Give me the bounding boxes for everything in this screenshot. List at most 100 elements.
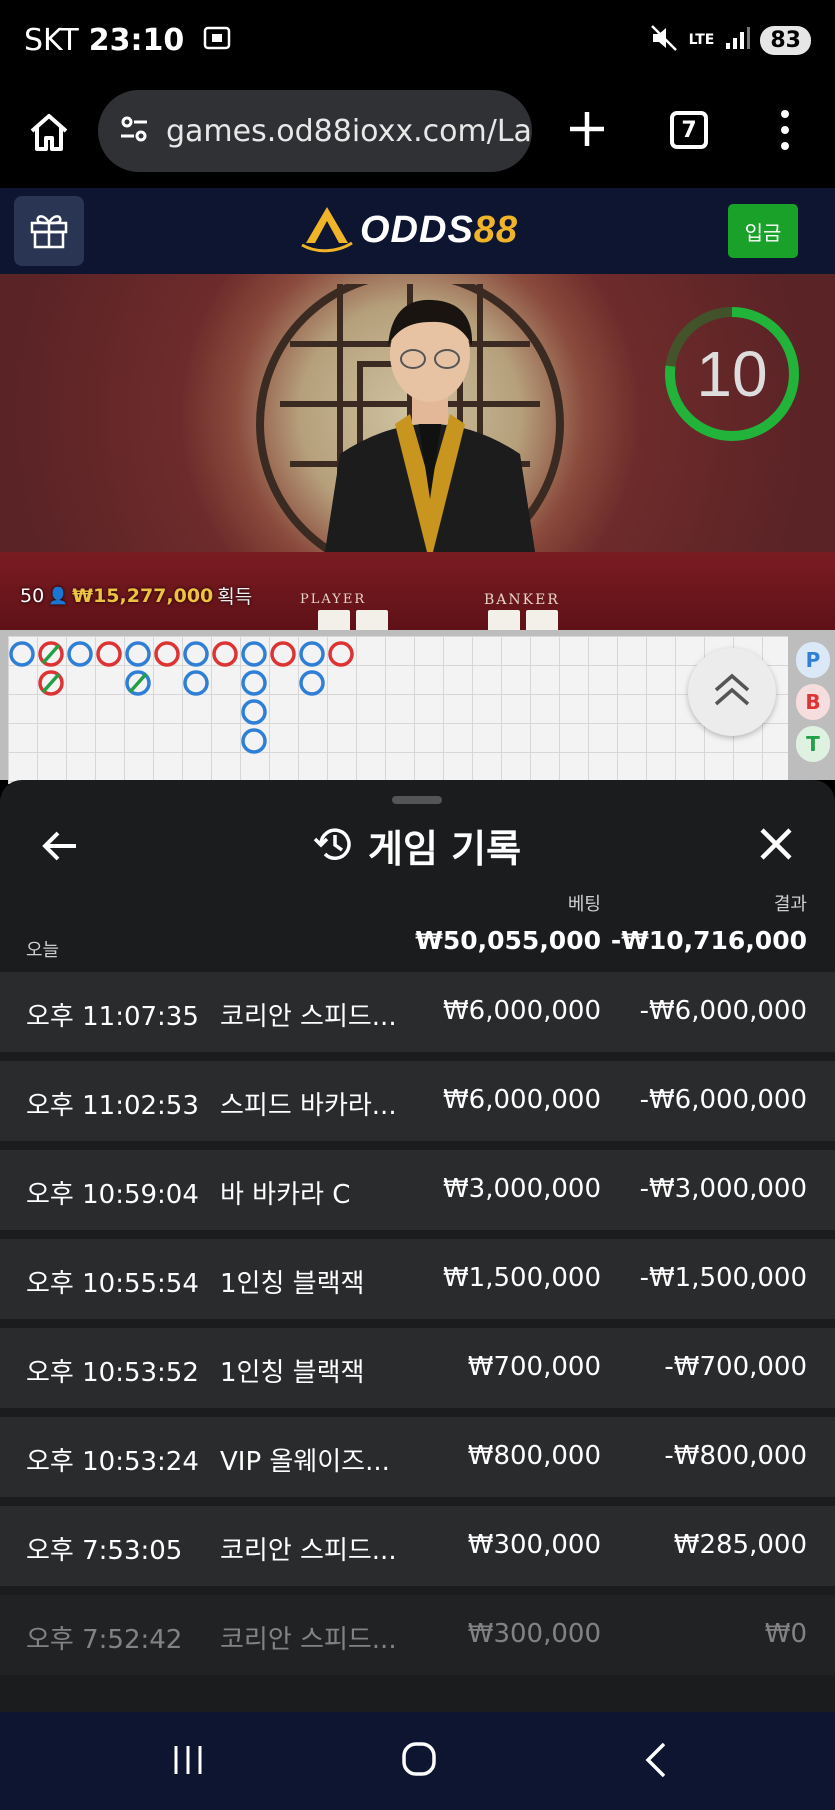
browser-home-icon[interactable] (26, 110, 72, 156)
banker-pill[interactable]: B (796, 684, 830, 720)
player-pill[interactable]: P (796, 642, 830, 678)
new-tab-icon[interactable] (566, 108, 608, 150)
history-row[interactable]: 오후 11:07:35 코리안 스피드... ₩6,000,000 -₩6,00… (0, 972, 835, 1052)
bet-shortcuts: P B T (796, 642, 832, 768)
sheet-title-text: 게임 기록 (368, 827, 522, 871)
history-row[interactable]: 오후 10:53:24 VIP 올웨이즈... ₩800,000 -₩800,0… (0, 1417, 835, 1497)
row-bet: ₩3,000,000 (442, 1174, 601, 1204)
column-header-result: 결과 (773, 894, 807, 915)
row-bet: ₩6,000,000 (442, 996, 601, 1026)
total-result: -₩10,716,000 (610, 926, 807, 955)
browser-toolbar: games.od88ioxx.com/Laun 7 (0, 80, 835, 188)
recent-apps-icon[interactable] (170, 1742, 206, 1778)
drag-handle[interactable] (392, 796, 442, 804)
carrier-label: SKT (24, 22, 79, 58)
row-bet: ₩6,000,000 (442, 1085, 601, 1115)
history-icon (312, 823, 354, 869)
row-result: -₩1,500,000 (639, 1263, 807, 1293)
history-row[interactable]: 오후 10:59:04 바 바카라 C ₩3,000,000 -₩3,000,0… (0, 1150, 835, 1230)
row-bet: ₩1,500,000 (442, 1263, 601, 1293)
site-logo[interactable]: ODDS88 (300, 202, 518, 258)
status-bar: SKT 23:10 LTE 83 (0, 0, 835, 80)
playing-card (318, 610, 350, 630)
big-road (9, 641, 354, 754)
countdown-value: 10 (696, 338, 768, 410)
row-result: ₩0 (764, 1619, 807, 1649)
history-row[interactable]: 오후 10:55:54 1인칭 블랙잭 ₩1,500,000 -₩1,500,0… (0, 1239, 835, 1319)
column-header-bet: 베팅 (567, 894, 601, 915)
back-icon[interactable] (640, 1740, 670, 1780)
table-label-player: PLAYER (300, 592, 367, 607)
history-row[interactable]: 오후 10:53:52 1인칭 블랙잭 ₩700,000 -₩700,000 (0, 1328, 835, 1408)
row-time: 오후 7:52:42 (26, 1625, 183, 1655)
more-menu-icon[interactable] (770, 108, 800, 152)
row-game: 코리안 스피드... (220, 1625, 397, 1655)
row-result: -₩6,000,000 (639, 1085, 807, 1115)
row-time: 오후 11:07:35 (26, 1002, 199, 1032)
row-time: 오후 10:55:54 (26, 1269, 199, 1299)
row-game: 1인칭 블랙잭 (220, 1358, 365, 1388)
row-time: 오후 10:53:52 (26, 1358, 199, 1388)
row-result: -₩6,000,000 (639, 996, 807, 1026)
dealer-figure (320, 299, 540, 584)
history-row[interactable]: 오후 7:53:05 코리안 스피드... ₩300,000 ₩285,000 (0, 1506, 835, 1586)
row-game: VIP 올웨이즈... (220, 1447, 390, 1477)
row-time: 오후 7:53:05 (26, 1536, 183, 1566)
viewer-count: 50 (20, 584, 45, 607)
battery-level: 83 (760, 25, 811, 55)
screenshot-icon (202, 23, 232, 57)
signal-icon (724, 25, 751, 55)
row-game: 1인칭 블랙잭 (220, 1269, 365, 1299)
gift-icon (27, 207, 71, 255)
history-list: 오후 11:07:35 코리안 스피드... ₩6,000,000 -₩6,00… (0, 972, 835, 1684)
history-row[interactable]: 오후 11:02:53 스피드 바카라... ₩6,000,000 -₩6,00… (0, 1061, 835, 1141)
roadmap-panel (0, 630, 835, 784)
row-bet: ₩800,000 (467, 1441, 601, 1471)
close-icon[interactable] (756, 824, 796, 864)
site-settings-icon[interactable] (118, 113, 150, 149)
double-chevron-up-icon (710, 670, 754, 714)
deposit-button[interactable]: 입금 (728, 204, 798, 258)
row-result: -₩800,000 (664, 1441, 807, 1471)
system-navigation-bar (0, 1712, 835, 1810)
sheet-title: 게임 기록 (312, 818, 521, 873)
table-label-banker: BANKER (484, 592, 560, 608)
home-icon[interactable] (400, 1740, 438, 1778)
playing-card (488, 610, 520, 630)
history-row[interactable]: 오후 7:52:42 코리안 스피드... ₩300,000 ₩0 (0, 1595, 835, 1675)
row-result: ₩285,000 (673, 1530, 807, 1560)
address-bar[interactable]: games.od88ioxx.com/Laun (98, 90, 532, 172)
network-label: LTE (688, 32, 715, 48)
playing-card (356, 610, 388, 630)
row-game: 코리안 스피드... (220, 1536, 397, 1566)
today-label: 오늘 (26, 940, 60, 961)
row-game: 바 바카라 C (220, 1180, 351, 1210)
playing-card (526, 610, 558, 630)
mute-icon (649, 23, 679, 57)
game-history-sheet: 게임 기록 베팅 결과 오늘 ₩50,055,000 -₩10,716,000 … (0, 780, 835, 1712)
history-summary: 베팅 결과 오늘 ₩50,055,000 -₩10,716,000 (0, 890, 835, 970)
live-video-stream[interactable]: PLAYER BANKER 10 50 👤 ₩15,277,000 획득 (0, 274, 835, 630)
url-text: games.od88ioxx.com/Laun (166, 113, 532, 149)
back-arrow-icon[interactable] (40, 826, 80, 866)
row-bet: ₩300,000 (467, 1619, 601, 1649)
person-icon: 👤 (48, 586, 69, 605)
win-label: 획득 (217, 586, 253, 608)
gift-button[interactable] (14, 196, 84, 266)
row-bet: ₩300,000 (467, 1530, 601, 1560)
expand-roadmap-button[interactable] (688, 648, 776, 736)
total-bet: ₩50,055,000 (415, 926, 601, 955)
row-result: -₩700,000 (664, 1352, 807, 1382)
row-bet: ₩700,000 (467, 1352, 601, 1382)
table-stats: 50 👤 ₩15,277,000 획득 (20, 582, 252, 609)
win-amount: ₩15,277,000 (72, 584, 214, 607)
tab-switcher-button[interactable]: 7 (670, 111, 708, 149)
site-header: ODDS88 입금 (0, 188, 835, 274)
row-game: 코리안 스피드... (220, 1002, 397, 1032)
clock: 23:10 (88, 22, 185, 58)
row-time: 오후 10:53:24 (26, 1447, 199, 1477)
tie-pill[interactable]: T (796, 726, 830, 762)
row-time: 오후 11:02:53 (26, 1091, 199, 1121)
row-result: -₩3,000,000 (639, 1174, 807, 1204)
row-game: 스피드 바카라... (220, 1091, 397, 1121)
